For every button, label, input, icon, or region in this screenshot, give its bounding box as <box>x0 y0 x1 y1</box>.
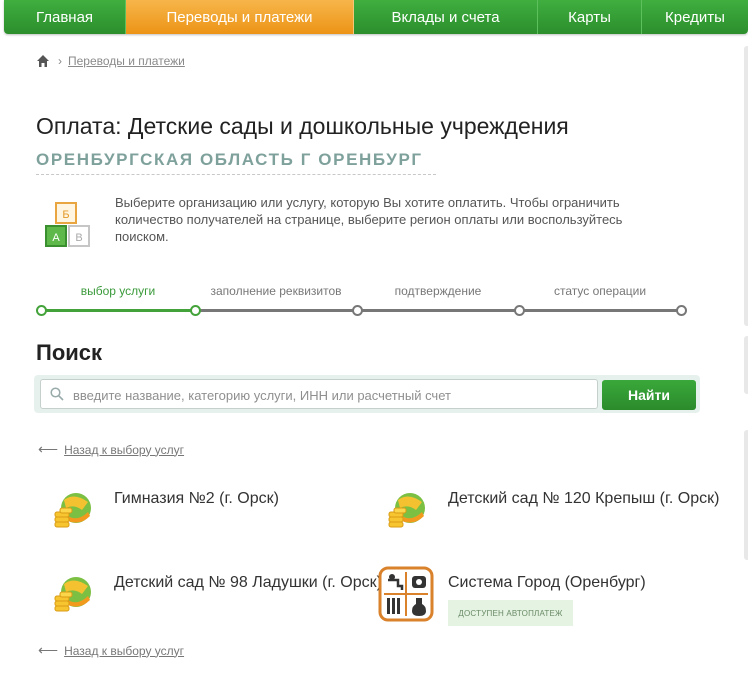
side-panel-edge <box>744 430 748 560</box>
progress-steps: выбор услуги заполнение реквизитов подтв… <box>36 284 687 320</box>
provider-link-gymnasium-2[interactable]: Гимназия №2 (г. Орск) <box>114 490 279 508</box>
region-underline <box>36 174 436 175</box>
chevron-right-icon: › <box>58 54 62 68</box>
autopay-badge: ДОСТУПЕН АВТОПЛАТЕЖ <box>448 600 573 626</box>
block-letter: Б <box>62 209 69 221</box>
back-to-services-link[interactable]: ⟵ Назад к выбору услуг <box>38 642 184 659</box>
provider-link-kindergarten-120[interactable]: Детский сад № 120 Крепыш (г. Орск) <box>448 490 719 508</box>
provider-item[interactable] <box>50 572 94 616</box>
step-label-confirm: подтверждение <box>394 284 482 298</box>
main-navigation: Главная Переводы и платежи Вклады и счет… <box>4 0 748 34</box>
step-dot <box>190 305 201 316</box>
nav-item-home[interactable]: Главная <box>4 0 126 34</box>
step-dot <box>36 305 47 316</box>
search-icon <box>50 387 64 401</box>
back-to-services-link[interactable]: ⟵ Назад к выбору услуг <box>38 441 184 458</box>
search-input-wrap <box>40 379 598 410</box>
region-selector[interactable]: ОРЕНБУРГСКАЯ ОБЛАСТЬ Г ОРЕНБУРГ <box>36 150 423 170</box>
alphabet-blocks-icon: Б А В <box>45 202 90 247</box>
utilities-icon <box>378 566 434 622</box>
breadcrumb-link-transfers[interactable]: Переводы и платежи <box>68 54 185 68</box>
search-panel: Найти <box>34 375 700 413</box>
step-dot <box>676 305 687 316</box>
side-panel-edge <box>744 46 748 326</box>
nav-item-transfers-payments[interactable]: Переводы и платежи <box>126 0 354 34</box>
search-button[interactable]: Найти <box>602 380 696 410</box>
coins-globe-icon <box>54 577 91 612</box>
arrow-left-icon: ⟵ <box>38 441 59 457</box>
nav-item-deposits-accounts[interactable]: Вклады и счета <box>354 0 538 34</box>
side-panel-edge <box>744 336 748 394</box>
coins-globe-icon <box>388 493 425 528</box>
block-letter: В <box>75 232 82 244</box>
step-dot <box>352 305 363 316</box>
search-input[interactable] <box>71 380 595 410</box>
page-title: Оплата: Детские сады и дошкольные учрежд… <box>36 113 569 139</box>
back-link-label: Назад к выбору услуг <box>64 442 185 457</box>
step-label-status: статус операции <box>553 284 647 298</box>
home-icon[interactable] <box>36 54 50 68</box>
back-link-label: Назад к выбору услуг <box>64 643 185 658</box>
step-label-select-service: выбор услуги <box>80 284 156 298</box>
nav-item-credits[interactable]: Кредиты <box>642 0 748 34</box>
provider-link-kindergarten-98[interactable]: Детский сад № 98 Ладушки (г. Орск) <box>114 574 382 592</box>
provider-item[interactable] <box>384 488 428 532</box>
intro-text: Выберите организацию или услугу, которую… <box>115 195 623 244</box>
provider-item[interactable] <box>50 488 94 532</box>
arrow-left-icon: ⟵ <box>38 642 59 658</box>
block-letter: А <box>52 232 60 244</box>
step-dot <box>514 305 525 316</box>
search-title: Поиск <box>36 340 103 365</box>
nav-item-cards[interactable]: Карты <box>538 0 642 34</box>
provider-item[interactable] <box>378 566 434 622</box>
breadcrumb: › Переводы и платежи <box>36 54 185 68</box>
step-progress-line <box>40 309 194 312</box>
step-remaining-line <box>196 309 680 312</box>
step-label-fill-details: заполнение реквизитов <box>210 284 342 298</box>
coins-globe-icon <box>54 493 91 528</box>
provider-link-sistema-gorod[interactable]: Система Город (Оренбург) <box>448 574 646 592</box>
